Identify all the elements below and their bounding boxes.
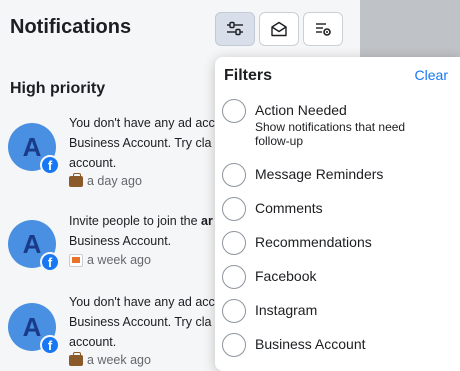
filters-dropdown: Filters Clear Action Needed Show notific… — [215, 57, 460, 371]
filter-option-label: Recommendations — [255, 234, 372, 250]
filter-option-description-line: Show notifications that need — [255, 120, 406, 134]
radio-button[interactable] — [222, 333, 246, 357]
filter-option-message-reminders[interactable]: Message Reminders — [222, 163, 452, 191]
notification-line: You don't have any ad acc — [69, 295, 215, 309]
notification-meta: a day ago — [69, 172, 142, 188]
filter-option-recommendations[interactable]: Recommendations — [222, 231, 452, 259]
filter-option-label: Facebook — [255, 268, 317, 284]
sliders-icon — [227, 21, 243, 36]
settings-button[interactable] — [303, 12, 343, 46]
filter-option-description: Show notifications that need follow-up — [255, 120, 405, 148]
notification-time: a day ago — [87, 174, 142, 188]
radio-button[interactable] — [222, 197, 246, 221]
avatar: A f — [8, 220, 60, 272]
radio-button[interactable] — [222, 299, 246, 323]
filter-option-facebook[interactable]: Facebook — [222, 265, 452, 293]
filter-button[interactable] — [215, 12, 255, 46]
list-gear-icon — [316, 23, 331, 36]
facebook-icon: f — [40, 335, 60, 355]
notification-meta: a week ago — [69, 351, 151, 367]
filter-option-instagram[interactable]: Instagram — [222, 299, 452, 327]
notification-line: Business Account. Try cla — [69, 315, 212, 329]
notification-time: a week ago — [87, 253, 151, 267]
filter-option-business-account[interactable]: Business Account — [222, 333, 452, 361]
briefcase-icon — [69, 172, 83, 187]
notification-line: account. — [69, 156, 117, 170]
notification-line: You don't have any ad acc — [69, 116, 215, 130]
filter-option-label: Instagram — [255, 302, 318, 318]
filter-option-comments[interactable]: Comments — [222, 197, 452, 225]
notification-text: You don't have any ad acc Business Accou… — [69, 113, 229, 173]
section-title: High priority — [10, 80, 106, 97]
filter-option-label: Message Reminders — [255, 166, 384, 182]
notification-line-bold: ar — [201, 214, 213, 228]
clear-button[interactable]: Clear — [415, 67, 448, 83]
filter-option-label: Action Needed — [255, 102, 347, 118]
notification-line: account. — [69, 335, 117, 349]
radio-button[interactable] — [222, 163, 246, 187]
filter-option-label: Comments — [255, 200, 323, 216]
facebook-icon: f — [40, 155, 60, 175]
briefcase-icon — [69, 351, 83, 366]
notification-line-prefix: Invite people to join the — [69, 214, 202, 228]
avatar-letter: A — [22, 311, 42, 342]
avatar: A f — [8, 123, 60, 175]
envelope-open-icon — [271, 21, 287, 37]
filters-title: Filters — [224, 67, 273, 84]
notification-line: Business Account. Try cla — [69, 136, 212, 150]
avatar-letter: A — [22, 131, 42, 162]
page-title: Notifications — [10, 16, 132, 38]
radio-button[interactable] — [222, 99, 246, 123]
filter-option-description-line: follow-up — [255, 134, 304, 148]
notification-line: Business Account. — [69, 234, 172, 248]
notification-meta: a week ago — [69, 253, 151, 267]
radio-button[interactable] — [222, 231, 246, 255]
avatar-letter: A — [22, 228, 42, 259]
notification-line: Invite people to join the ar — [69, 211, 229, 231]
radio-button[interactable] — [222, 265, 246, 289]
notification-text: You don't have any ad acc Business Accou… — [69, 292, 229, 352]
avatar: A f — [8, 303, 60, 355]
flag-icon — [69, 253, 83, 267]
mark-all-read-button[interactable] — [259, 12, 299, 46]
notification-time: a week ago — [87, 353, 151, 367]
filter-option-label: Business Account — [255, 336, 366, 352]
filter-option-action-needed[interactable]: Action Needed Show notifications that ne… — [222, 99, 452, 151]
facebook-icon: f — [40, 252, 60, 272]
notification-text: Invite people to join the ar Business Ac… — [69, 211, 229, 251]
